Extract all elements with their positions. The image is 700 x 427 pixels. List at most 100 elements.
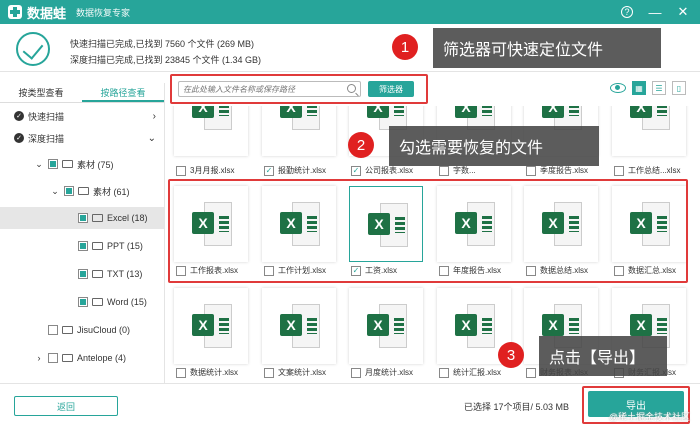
file-card[interactable]: X	[174, 288, 248, 364]
tree-item-sucai-61[interactable]: ⌄ 素材 (61)	[0, 180, 164, 202]
toolbar: 筛选器 ▦ ☰ ▯	[166, 72, 700, 106]
file-name-row[interactable]: 报勤统计.xlsx	[264, 165, 326, 176]
selection-status: 已选择 17个项目/ 5.03 MB	[464, 402, 570, 412]
preview-eye-icon[interactable]	[610, 83, 626, 93]
file-name-row[interactable]: 季度报告.xlsx	[526, 165, 588, 176]
file-name-row[interactable]: 数据统计.xlsx	[176, 367, 238, 378]
chevron-down-icon[interactable]: ⌄	[148, 133, 156, 144]
tree-checkbox[interactable]	[78, 297, 88, 307]
back-button[interactable]: 返回	[14, 396, 118, 416]
file-checkbox[interactable]	[526, 367, 536, 378]
file-name-row[interactable]: 工作总结...xlsx	[614, 165, 680, 176]
help-button[interactable]: ?	[618, 3, 636, 21]
tree-checkbox[interactable]	[78, 269, 88, 279]
tree-item-sucai-75[interactable]: ⌄ 素材 (75)	[0, 153, 164, 175]
file-name-row[interactable]: 月度统计.xlsx	[351, 367, 413, 378]
file-card[interactable]: X	[174, 106, 248, 156]
tree-item-txt[interactable]: TXT (13)	[0, 263, 164, 285]
tree-item-label: 素材 (75)	[77, 159, 114, 170]
tree-checkbox[interactable]	[48, 353, 58, 363]
minimize-button[interactable]: —	[646, 3, 664, 21]
file-checkbox[interactable]	[351, 367, 361, 378]
folder-icon	[62, 326, 73, 334]
file-card[interactable]: X	[262, 288, 336, 364]
file-checkbox[interactable]	[176, 367, 186, 378]
step-badge-3: 3	[498, 342, 524, 368]
excel-file-icon: X	[367, 304, 407, 348]
file-name-row[interactable]: 文案统计.xlsx	[264, 367, 326, 378]
tab-by-type[interactable]: 按类型查看	[0, 83, 82, 102]
file-name: 工作总结...xlsx	[628, 166, 681, 175]
tree-item-label: JisuCloud (0)	[77, 325, 131, 335]
file-checkbox[interactable]	[264, 165, 274, 176]
folder-icon	[92, 214, 103, 222]
tree-checkbox[interactable]	[78, 241, 88, 251]
tree-item-deep-scan[interactable]: ✓ 深度扫描 ⌄	[0, 127, 164, 149]
logo-icon	[8, 5, 22, 19]
file-name-row[interactable]: 公司报表.xlsx	[351, 165, 413, 176]
list-view-icon[interactable]: ☰	[652, 81, 666, 95]
file-checkbox[interactable]	[264, 367, 274, 378]
file-name-row[interactable]: 统计汇报.xlsx	[439, 367, 501, 378]
bottom-bar: 返回 已选择 17个项目/ 5.03 MB 导出 @稀土掘金技术社区	[0, 383, 700, 427]
tree-checkbox[interactable]	[64, 186, 74, 196]
callout-select: 勾选需要恢复的文件	[389, 126, 599, 166]
folder-icon	[62, 160, 73, 168]
tree-item-jisucloud[interactable]: JisuCloud (0)	[0, 319, 164, 341]
file-checkbox[interactable]	[351, 165, 361, 176]
file-name-row[interactable]: 3月月报.xlsx	[176, 165, 234, 176]
tree-item-antelope[interactable]: › Antelope (4)	[0, 347, 164, 369]
folder-icon	[62, 354, 73, 362]
file-name: 报勤统计.xlsx	[278, 166, 326, 175]
file-checkbox[interactable]	[439, 367, 449, 378]
file-name: 3月月报.xlsx	[190, 166, 235, 175]
chevron-down-icon[interactable]: ⌄	[50, 186, 60, 197]
title-bar: 数据蛙 数据恢复专家 ? — ✕	[0, 0, 700, 24]
file-card[interactable]: X	[262, 106, 336, 156]
app-name: 数据蛙	[27, 5, 67, 21]
tree-item-word[interactable]: Word (15)	[0, 291, 164, 313]
file-name: 数据统计.xlsx	[190, 368, 238, 377]
callout-export: 点击【导出】	[539, 336, 667, 376]
folder-icon	[92, 242, 103, 250]
checked-circle-icon: ✓	[14, 111, 24, 121]
tree-item-label: 深度扫描	[28, 133, 65, 144]
file-name: 季度报告.xlsx	[540, 166, 588, 175]
file-checkbox[interactable]	[614, 165, 624, 176]
annotation-box-selection	[168, 179, 688, 283]
app-logo: 数据蛙 数据恢复专家	[8, 3, 130, 22]
tree-item-ppt[interactable]: PPT (15)	[0, 235, 164, 257]
folder-icon	[92, 270, 103, 278]
tree-item-label: Word (15)	[107, 297, 147, 307]
chevron-down-icon[interactable]: ⌄	[34, 159, 44, 170]
checked-circle-icon: ✓	[14, 133, 24, 143]
callout-filter: 筛选器可快速定位文件	[433, 28, 661, 68]
file-name-row[interactable]: 字数...	[439, 165, 476, 176]
file-card[interactable]: X	[612, 106, 686, 156]
tree-checkbox[interactable]	[78, 213, 88, 223]
file-checkbox[interactable]	[439, 165, 449, 176]
tree-item-excel[interactable]: Excel (18)	[0, 207, 164, 229]
watermark: @稀土掘金技术社区	[608, 412, 690, 422]
excel-file-icon: X	[192, 106, 232, 130]
tree-item-quick-scan[interactable]: ✓ 快速扫描 ›	[0, 105, 164, 127]
app-subtitle: 数据恢复专家	[76, 7, 131, 18]
chevron-right-icon[interactable]: ›	[34, 353, 44, 363]
quick-scan-result: 快速扫描已完成,已找到 7560 个文件 (269 MB)	[70, 39, 255, 49]
close-button[interactable]: ✕	[674, 3, 692, 21]
grid-view-icon[interactable]: ▦	[632, 81, 646, 95]
tree-item-label: 素材 (61)	[93, 186, 130, 197]
folder-icon	[78, 187, 89, 195]
file-name: 公司报表.xlsx	[365, 166, 413, 175]
tree-checkbox[interactable]	[48, 159, 58, 169]
chevron-right-icon[interactable]: ›	[153, 111, 156, 122]
detail-view-icon[interactable]: ▯	[672, 81, 686, 95]
file-card[interactable]: X	[349, 288, 423, 364]
file-checkbox[interactable]	[176, 165, 186, 176]
tree-item-label: Excel (18)	[107, 213, 148, 223]
tree-checkbox[interactable]	[48, 325, 58, 335]
deep-scan-result: 深度扫描已完成,已找到 23845 个文件 (1.34 GB)	[70, 55, 262, 65]
help-icon: ?	[621, 6, 633, 18]
file-checkbox[interactable]	[526, 165, 536, 176]
tab-by-path[interactable]: 按路径查看	[82, 83, 164, 102]
